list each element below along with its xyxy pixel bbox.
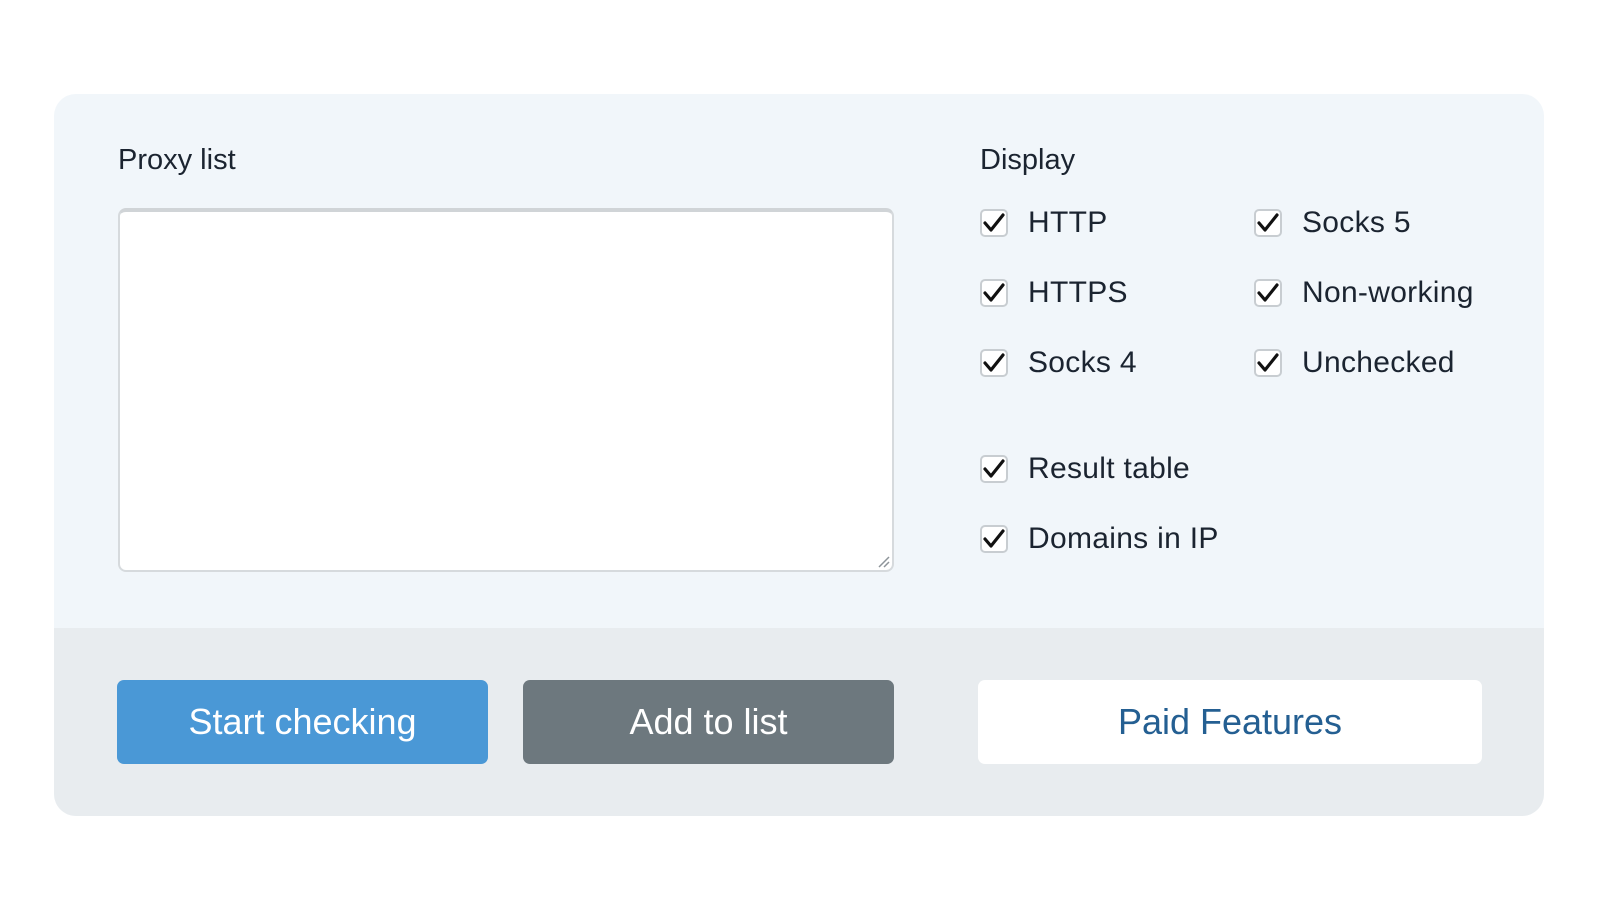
display-label: Display xyxy=(980,144,1076,176)
paid-features-button[interactable]: Paid Features xyxy=(978,680,1482,764)
proxy-list-label: Proxy list xyxy=(118,144,236,176)
resize-grip-icon[interactable] xyxy=(876,554,890,568)
checkbox-label: Unchecked xyxy=(1302,346,1455,379)
checkbox-label: HTTPS xyxy=(1028,276,1128,309)
checkmark-icon[interactable] xyxy=(980,349,1008,377)
add-to-list-button[interactable]: Add to list xyxy=(523,680,894,764)
checkbox-https[interactable]: HTTPS xyxy=(980,273,1128,313)
checkmark-icon[interactable] xyxy=(1254,349,1282,377)
proxy-list-textarea[interactable] xyxy=(118,208,894,572)
checkbox-label: Result table xyxy=(1028,452,1191,485)
settings-area: Proxy list Display HTTP HTTPS Socks 4 So… xyxy=(54,94,1544,628)
checkbox-socks4[interactable]: Socks 4 xyxy=(980,343,1137,383)
checkbox-label: Socks 5 xyxy=(1302,206,1411,239)
checkbox-non-working[interactable]: Non-working xyxy=(1254,273,1474,313)
checkbox-domains-in-ip[interactable]: Domains in IP xyxy=(980,519,1219,559)
checkmark-icon[interactable] xyxy=(980,209,1008,237)
checkbox-http[interactable]: HTTP xyxy=(980,203,1108,243)
checkmark-icon[interactable] xyxy=(1254,209,1282,237)
checkmark-icon[interactable] xyxy=(980,525,1008,553)
checkbox-label: HTTP xyxy=(1028,206,1108,239)
checkmark-icon[interactable] xyxy=(980,279,1008,307)
checkbox-label: Non-working xyxy=(1302,276,1474,309)
checkbox-socks5[interactable]: Socks 5 xyxy=(1254,203,1411,243)
checkbox-result-table[interactable]: Result table xyxy=(980,449,1190,489)
checkbox-label: Domains in IP xyxy=(1028,522,1219,555)
checkbox-unchecked[interactable]: Unchecked xyxy=(1254,343,1455,383)
start-checking-button[interactable]: Start checking xyxy=(117,680,488,764)
checkmark-icon[interactable] xyxy=(1254,279,1282,307)
checkmark-icon[interactable] xyxy=(980,455,1008,483)
checkbox-label: Socks 4 xyxy=(1028,346,1137,379)
